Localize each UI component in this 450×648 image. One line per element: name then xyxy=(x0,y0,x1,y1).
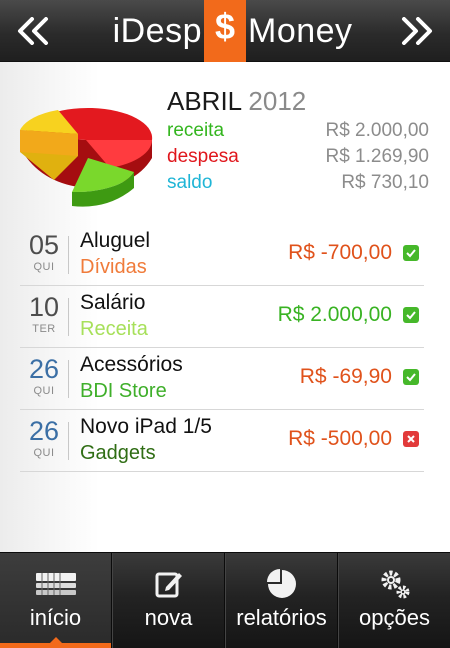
tab-label: relatórios xyxy=(236,605,327,630)
transaction-category: BDI Store xyxy=(80,380,167,402)
transaction-amount: R$ -700,00 xyxy=(288,241,392,264)
summary-row-despesa: despesa R$ 1.269,90 xyxy=(167,144,429,170)
transaction-weekday: QUI xyxy=(33,261,55,273)
transaction-amount: R$ -500,00 xyxy=(288,427,392,450)
app-header: iDesp $ Money xyxy=(0,0,450,76)
transaction-category: Dívidas xyxy=(80,256,147,278)
transaction-day: 26 xyxy=(28,354,60,384)
transaction-amount: R$ -69,90 xyxy=(299,365,392,388)
summary-value: R$ 2.000,00 xyxy=(325,120,429,141)
pie-chart-icon xyxy=(20,107,153,207)
transaction-category: Gadgets xyxy=(80,442,156,464)
gears-icon xyxy=(381,570,409,599)
summary-row-receita: receita R$ 2.000,00 xyxy=(167,118,429,144)
divider xyxy=(68,422,69,460)
double-chevron-left-icon xyxy=(18,17,48,45)
tab-opcoes[interactable]: opções xyxy=(338,553,450,648)
transaction-weekday: QUI xyxy=(33,385,55,397)
transaction-amount: R$ 2.000,00 xyxy=(277,303,392,326)
transaction-description: Salário xyxy=(80,291,146,314)
summary-value: R$ 1.269,90 xyxy=(325,146,429,167)
summary-label: saldo xyxy=(167,172,213,193)
active-tab-indicator xyxy=(0,643,111,648)
summary-value: R$ 730,10 xyxy=(341,172,429,193)
money-stack-icon xyxy=(35,573,76,595)
tab-bar: início nova relatórios opções xyxy=(0,552,450,648)
tab-label: início xyxy=(29,605,82,630)
transaction-row[interactable]: 26 QUI Acessórios BDI Store R$ -69,90 xyxy=(20,348,424,410)
main-content: ABRIL 2012 receita R$ 2.000,00 despesa R… xyxy=(0,62,450,552)
summary-label: receita xyxy=(167,120,225,141)
tab-label: opções xyxy=(359,605,430,630)
transaction-day: 05 xyxy=(28,230,60,260)
unpaid-x-icon[interactable] xyxy=(403,431,419,447)
transaction-day: 26 xyxy=(28,416,60,446)
month-name: ABRIL xyxy=(167,86,242,116)
dollar-sign-logo: $ xyxy=(214,6,236,47)
next-month-button[interactable] xyxy=(392,8,442,54)
paid-check-icon[interactable] xyxy=(403,245,419,261)
transaction-row[interactable]: 26 QUI Novo iPad 1/5 Gadgets R$ -500,00 xyxy=(20,410,424,472)
transaction-weekday: TER xyxy=(32,323,56,335)
month-summary: ABRIL 2012 receita R$ 2.000,00 despesa R… xyxy=(0,62,450,222)
summary-label: despesa xyxy=(167,146,239,167)
pie-chart-icon xyxy=(266,569,296,598)
summary-row-saldo: saldo R$ 730,10 xyxy=(167,170,429,196)
edit-icon xyxy=(155,572,182,598)
transactions-list: 05 QUI Aluguel Dívidas R$ -700,00 10 TER… xyxy=(20,224,424,472)
transaction-day: 10 xyxy=(28,292,60,322)
divider xyxy=(68,360,69,398)
divider xyxy=(68,236,69,274)
year: 2012 xyxy=(248,86,307,116)
app-title-left: iDesp xyxy=(112,12,202,50)
previous-month-button[interactable] xyxy=(8,8,58,54)
month-title: ABRIL 2012 xyxy=(167,86,306,117)
transaction-row[interactable]: 05 QUI Aluguel Dívidas R$ -700,00 xyxy=(20,224,424,286)
transaction-category: Receita xyxy=(80,318,148,340)
tab-inicio[interactable]: início xyxy=(0,553,112,648)
tab-relatorios[interactable]: relatórios xyxy=(225,553,338,648)
transaction-row[interactable]: 10 TER Salário Receita R$ 2.000,00 xyxy=(20,286,424,348)
tab-label: nova xyxy=(144,605,193,630)
divider xyxy=(68,298,69,336)
transaction-weekday: QUI xyxy=(33,447,55,459)
double-chevron-right-icon xyxy=(402,17,432,45)
paid-check-icon[interactable] xyxy=(403,369,419,385)
transaction-description: Novo iPad 1/5 xyxy=(80,415,212,438)
transaction-description: Acessórios xyxy=(80,353,183,376)
app-title-right: Money xyxy=(248,12,353,50)
paid-check-icon[interactable] xyxy=(403,307,419,323)
transaction-description: Aluguel xyxy=(80,229,151,252)
tab-nova[interactable]: nova xyxy=(112,553,225,648)
